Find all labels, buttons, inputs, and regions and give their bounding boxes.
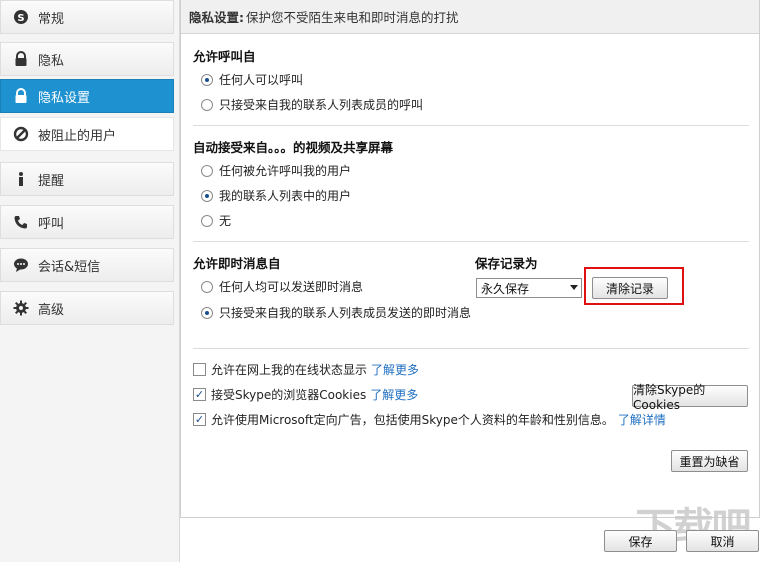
sidebar-item-calls[interactable]: 呼叫 <box>0 205 174 239</box>
video-option-allowed-callers[interactable]: 任何被允许呼叫我的用户 <box>201 162 351 179</box>
radio-label: 任何人均可以发送即时消息 <box>219 280 364 294</box>
sidebar-item-general[interactable]: S 常规 <box>0 0 174 34</box>
info-icon <box>13 171 29 187</box>
radio-label: 只接受来自我的联系人列表成员发送的即时消息 <box>219 306 472 320</box>
history-section-title: 保存记录为 <box>475 256 538 271</box>
checkbox[interactable]: ✓ <box>193 413 206 426</box>
radio-button[interactable] <box>201 214 213 227</box>
radio-button[interactable] <box>201 73 213 86</box>
select-value: 永久保存 <box>481 281 530 296</box>
checkbox-label: 允许使用Microsoft定向广告，包括使用Skype个人资料的年龄和性别信息。 <box>211 413 614 427</box>
lock-icon <box>13 51 29 67</box>
radio-label: 任何被允许呼叫我的用户 <box>219 164 352 178</box>
cancel-button[interactable]: 取消 <box>686 530 759 552</box>
chat-icon <box>13 257 29 273</box>
video-section-title: 自动接受来自。。。的视频及共享屏幕 <box>193 140 394 155</box>
cookies-checkbox-row[interactable]: ✓ 接受Skype的浏览器Cookies 了解更多 <box>193 386 418 403</box>
sidebar-item-label: 提醒 <box>38 173 65 189</box>
sidebar-item-label: 被阻止的用户 <box>38 128 117 144</box>
learn-more-link[interactable]: 了解更多 <box>371 361 419 378</box>
block-icon <box>13 126 29 142</box>
sidebar-item-privacy-settings[interactable]: 隐私设置 <box>0 79 174 113</box>
settings-panel: 隐私设置: 保护您不受陌生来电和即时消息的打扰 允许呼叫自 任何人可以呼叫 只接… <box>180 0 760 518</box>
im-section-title: 允许即时消息自 <box>193 256 281 271</box>
checkbox[interactable] <box>193 363 206 376</box>
divider <box>193 348 749 349</box>
sidebar-item-label: 常规 <box>38 11 65 27</box>
sidebar-item-label: 会话&短信 <box>38 259 101 275</box>
page-header: 隐私设置: 保护您不受陌生来电和即时消息的打扰 <box>181 0 759 34</box>
gear-icon <box>13 300 29 316</box>
radio-button[interactable] <box>201 98 213 111</box>
skype-icon: S <box>13 9 29 25</box>
checkbox-label: 允许在网上我的在线状态显示 <box>211 363 368 377</box>
reset-defaults-button[interactable]: 重置为缺省 <box>671 450 748 472</box>
save-button[interactable]: 保存 <box>604 530 677 552</box>
online-status-checkbox-row[interactable]: 允许在网上我的在线状态显示 了解更多 <box>193 361 419 378</box>
sidebar-item-privacy[interactable]: 隐私 <box>0 42 174 76</box>
video-option-contacts[interactable]: 我的联系人列表中的用户 <box>201 187 351 204</box>
im-option-contacts[interactable]: 只接受来自我的联系人列表成员发送的即时消息 <box>201 304 471 321</box>
sidebar-item-blocked-users[interactable]: 被阻止的用户 <box>0 117 174 151</box>
calls-option-contacts[interactable]: 只接受来自我的联系人列表成员的呼叫 <box>201 96 423 113</box>
checkbox[interactable]: ✓ <box>193 388 206 401</box>
calls-section-title: 允许呼叫自 <box>193 49 256 64</box>
video-option-none[interactable]: 无 <box>201 212 231 229</box>
page-title: 隐私设置: <box>189 10 244 25</box>
radio-button[interactable] <box>201 164 213 177</box>
lock-icon <box>13 88 29 104</box>
highlight-box <box>584 267 684 305</box>
ads-checkbox-row[interactable]: ✓ 允许使用Microsoft定向广告，包括使用Skype个人资料的年龄和性别信… <box>193 411 666 428</box>
options-window: S 常规 隐私 隐私设置 被阻止的用户 提醒 呼叫 会话&短信 高级 隐私设置:… <box>0 0 766 562</box>
radio-label: 只接受来自我的联系人列表成员的呼叫 <box>219 98 424 112</box>
radio-button[interactable] <box>201 189 213 202</box>
radio-button[interactable] <box>201 306 213 319</box>
radio-button[interactable] <box>201 280 213 293</box>
sidebar-item-chat-sms[interactable]: 会话&短信 <box>0 248 174 282</box>
divider <box>193 241 749 242</box>
sidebar-item-notifications[interactable]: 提醒 <box>0 162 174 196</box>
svg-text:S: S <box>17 13 24 24</box>
sidebar-item-advanced[interactable]: 高级 <box>0 291 174 325</box>
phone-icon <box>13 214 29 230</box>
radio-label: 我的联系人列表中的用户 <box>219 189 352 203</box>
radio-label: 任何人可以呼叫 <box>219 73 304 87</box>
sidebar-item-label: 隐私 <box>38 53 65 69</box>
radio-label: 无 <box>219 214 232 228</box>
calls-option-anyone[interactable]: 任何人可以呼叫 <box>201 71 303 88</box>
im-option-anyone[interactable]: 任何人均可以发送即时消息 <box>201 278 363 295</box>
chevron-down-icon <box>570 285 578 290</box>
learn-details-link[interactable]: 了解详情 <box>618 411 666 428</box>
clear-cookies-button[interactable]: 清除Skype的Cookies <box>632 383 748 412</box>
page-subtitle: 保护您不受陌生来电和即时消息的打扰 <box>246 10 459 25</box>
sidebar: S 常规 隐私 隐私设置 被阻止的用户 提醒 呼叫 会话&短信 高级 <box>0 0 180 562</box>
history-duration-select[interactable]: 永久保存 <box>476 278 582 298</box>
sidebar-item-label: 隐私设置 <box>38 90 91 106</box>
sidebar-item-label: 高级 <box>38 302 65 318</box>
learn-more-link[interactable]: 了解更多 <box>370 386 418 403</box>
checkbox-label: 接受Skype的浏览器Cookies <box>211 388 367 402</box>
divider <box>193 125 749 126</box>
sidebar-item-label: 呼叫 <box>38 216 65 232</box>
